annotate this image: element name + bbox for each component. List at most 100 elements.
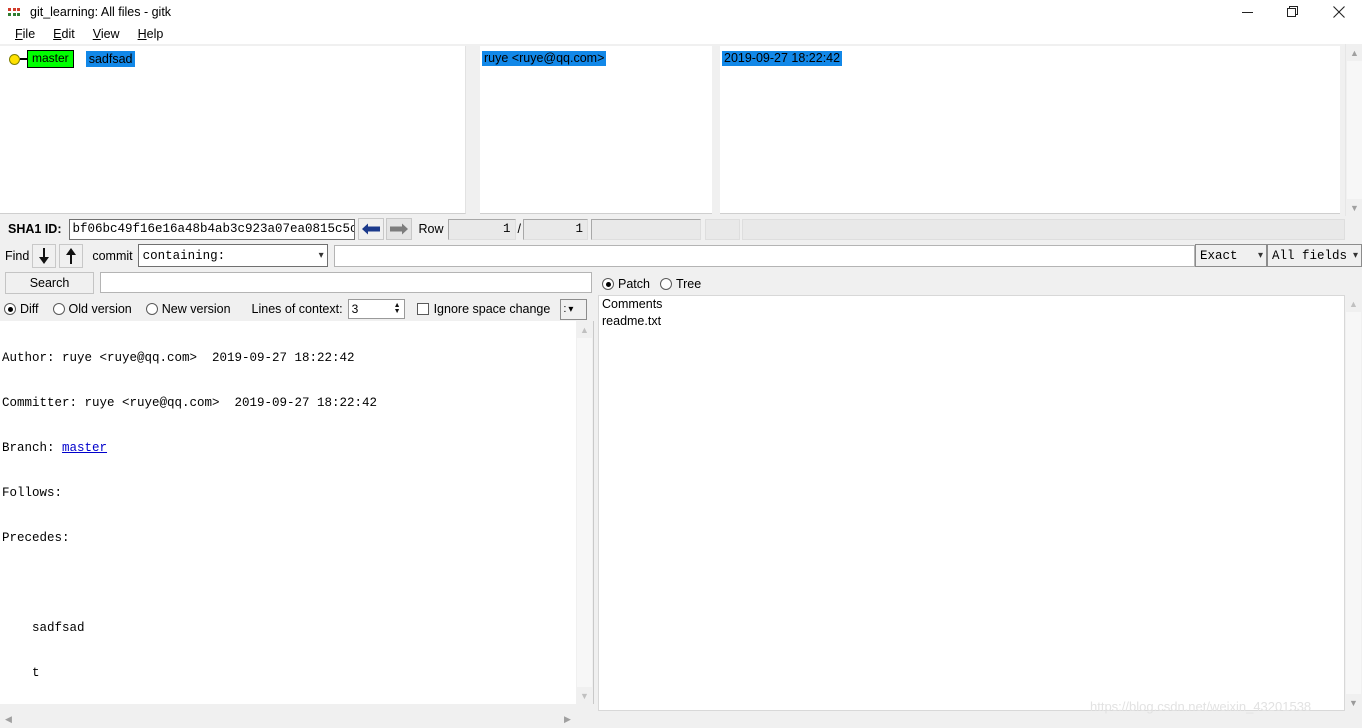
graph-scroll-thumb[interactable] [1347, 61, 1362, 199]
spinner-arrows-icon[interactable]: ▲ ▼ [394, 302, 401, 315]
menu-edit-label: E [53, 27, 62, 41]
scroll-up-icon[interactable]: ▲ [1346, 44, 1362, 61]
minimize-button[interactable] [1224, 0, 1270, 24]
author-pane[interactable]: ruye <ruye@qq.com> [480, 46, 712, 214]
radio-old-version-label: Old version [68, 302, 132, 316]
menu-file-rest: ile [22, 27, 36, 41]
radio-patch-icon [602, 278, 614, 290]
find-next-button[interactable] [32, 243, 57, 268]
context-lines-spinner[interactable]: 3 ▲ ▼ [347, 299, 405, 319]
encoding-combo[interactable]: : ▾ [560, 298, 588, 320]
menu-edit-rest: dit [61, 27, 75, 41]
find-fields-combo[interactable]: All fields ▾ [1267, 244, 1362, 267]
scroll-left-icon[interactable]: ◀ [0, 711, 17, 728]
graph-author-sash[interactable] [466, 46, 480, 214]
radio-diff-icon [4, 303, 16, 315]
radio-diff-label: Diff [20, 302, 39, 316]
encoding-value: : [563, 303, 567, 315]
radio-old-version[interactable]: Old version [52, 302, 132, 316]
radio-tree[interactable]: Tree [659, 277, 701, 291]
commit-subject[interactable]: sadfsad [85, 51, 136, 67]
file-list-vertical-scrollbar[interactable]: ▲ ▼ [1345, 295, 1362, 711]
gitk-app-icon [7, 4, 23, 20]
find-label: Find [5, 248, 30, 263]
search-input[interactable] [100, 272, 592, 293]
menu-bar: File Edit View Help [0, 24, 1362, 44]
radio-new-version-label: New version [161, 302, 231, 316]
detail-line-blank [0, 576, 576, 591]
commit-detail-panel[interactable]: Author: ruye <ruye@qq.com> 2019-09-27 18… [0, 321, 576, 704]
sha1-toolbar: SHA1 ID: bf06bc49f16e16a48b4ab3c923a07ea… [0, 216, 1362, 242]
row-separator: / [517, 222, 521, 236]
detail-line: Precedes: [2, 531, 70, 545]
scroll-down-icon[interactable]: ▼ [1346, 199, 1362, 216]
menu-file[interactable]: File [6, 26, 44, 42]
diff-vertical-scrollbar[interactable]: ▲ ▼ [576, 321, 593, 704]
menu-edit[interactable]: Edit [44, 26, 84, 42]
diff-scroll-thumb[interactable] [577, 338, 592, 687]
window-title: git_learning: All files - gitk [30, 5, 172, 19]
radio-patch-label: Patch [618, 277, 650, 291]
detail-line-message: t [2, 666, 40, 680]
row-total-field: 1 [522, 218, 588, 240]
menu-help[interactable]: Help [129, 26, 173, 42]
row-extra-field[interactable] [590, 218, 701, 240]
go-forward-button[interactable] [386, 218, 413, 240]
graph-vertical-scrollbar[interactable]: ▲ ▼ [1345, 44, 1362, 216]
detail-line: Follows: [2, 486, 63, 500]
sha1-input[interactable]: bf06bc49f16e16a48b4ab3c923a07ea0815c5c72 [69, 218, 356, 240]
branch-link[interactable]: master [62, 441, 107, 455]
scroll-up-icon[interactable]: ▲ [1345, 295, 1362, 312]
commit-node-icon [9, 53, 20, 65]
file-list-panel[interactable]: Comments readme.txt [598, 295, 1345, 711]
ignore-space-label: Ignore space change [433, 302, 551, 316]
commit-row[interactable]: master sadfsad [0, 50, 136, 68]
radio-patch[interactable]: Patch [602, 277, 650, 291]
radio-diff[interactable]: Diff [4, 302, 39, 316]
search-button[interactable]: Search [5, 271, 94, 294]
go-back-button[interactable] [358, 218, 385, 240]
chevron-down-icon: ▾ [1353, 250, 1359, 262]
row-current-field[interactable]: 1 [447, 218, 516, 240]
radio-new-version[interactable]: New version [145, 302, 231, 316]
date-pane[interactable]: 2019-09-27 18:22:42 [720, 46, 1340, 214]
diff-horizontal-scrollbar[interactable]: ◀ ▶ [0, 711, 576, 728]
commit-date: 2019-09-27 18:22:42 [722, 51, 843, 66]
row-filler [741, 218, 1345, 240]
detail-line-message: sadfsad [2, 621, 85, 635]
find-query-input[interactable] [333, 244, 1195, 267]
ignore-space-checkbox[interactable]: Ignore space change [416, 302, 551, 316]
find-mode-combo[interactable]: containing: ▾ [137, 244, 328, 267]
detail-line: Committer: ruye <ruye@qq.com> 2019-09-27… [2, 396, 378, 410]
view-mode-toolbar: Patch Tree [598, 273, 1362, 295]
window-controls [1224, 0, 1362, 24]
context-lines-value: 3 [351, 302, 359, 316]
file-list-item-comments[interactable]: Comments [599, 296, 1344, 313]
find-previous-button[interactable] [59, 243, 84, 268]
find-fields-value: All fields [1272, 248, 1348, 263]
scroll-up-icon[interactable]: ▲ [576, 321, 593, 338]
diff-options-toolbar: Diff Old version New version Lines of co… [0, 297, 596, 321]
scroll-down-icon[interactable]: ▼ [1345, 694, 1362, 711]
spinner-down-icon[interactable]: ▼ [394, 308, 401, 315]
find-exact-combo[interactable]: Exact ▾ [1195, 244, 1267, 267]
search-toolbar: Search [0, 269, 596, 296]
maximize-button[interactable] [1270, 0, 1316, 24]
graph-line [20, 58, 27, 60]
scroll-down-icon[interactable]: ▼ [576, 687, 593, 704]
menu-help-rest: elp [146, 27, 164, 41]
detail-line: Author: ruye <ruye@qq.com> 2019-09-27 18… [2, 351, 355, 365]
branch-ref-label[interactable]: master [27, 50, 74, 68]
row-pad-field [704, 218, 740, 240]
context-lines-label: Lines of context: [251, 302, 343, 316]
find-scope-label: commit [92, 248, 133, 263]
file-scroll-thumb[interactable] [1346, 312, 1361, 694]
close-button[interactable] [1316, 0, 1362, 24]
title-bar: git_learning: All files - gitk [0, 0, 1362, 24]
graph-subject-pane[interactable]: master sadfsad [0, 46, 466, 214]
scroll-right-icon[interactable]: ▶ [559, 711, 576, 728]
menu-view[interactable]: View [84, 26, 129, 42]
sha1-label: SHA1 ID: [8, 222, 62, 236]
file-list-item-label: Comments [602, 297, 663, 311]
file-list-item-readme[interactable]: readme.txt [599, 313, 1344, 330]
